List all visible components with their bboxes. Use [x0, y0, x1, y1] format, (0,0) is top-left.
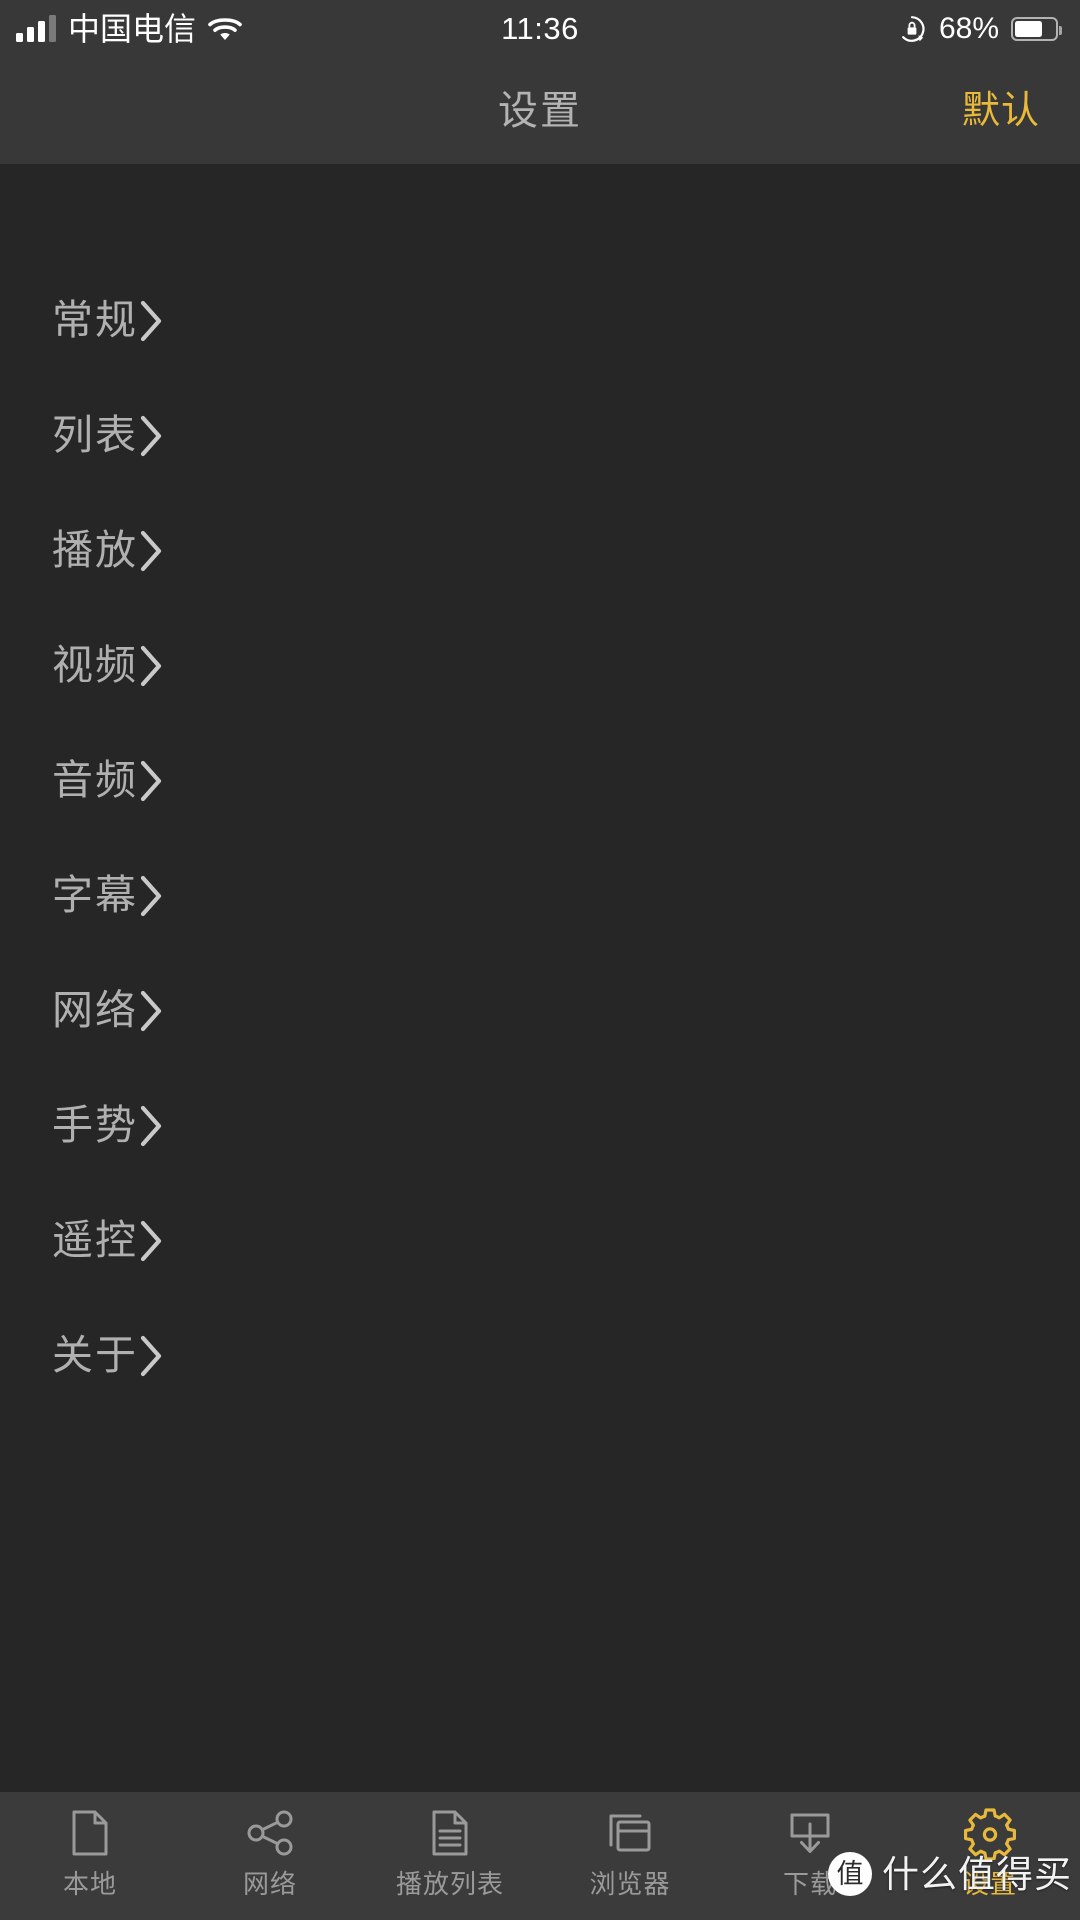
settings-row-5[interactable]: 字幕 — [0, 838, 1080, 953]
nav-bar: 设置 默认 — [0, 58, 1080, 164]
tab-3[interactable]: 浏览器 — [540, 1792, 720, 1920]
settings-row-2[interactable]: 播放 — [0, 493, 1080, 608]
tab-label: 网络 — [242, 1869, 297, 1899]
settings-row-label: 音频 — [52, 757, 138, 803]
settings-row-6[interactable]: 网络 — [0, 953, 1080, 1068]
tab-1[interactable]: 网络 — [180, 1792, 360, 1920]
settings-row-label: 列表 — [52, 412, 138, 458]
battery-percent-label: 68% — [938, 12, 999, 45]
status-bar-left: 中国电信 — [16, 13, 242, 45]
settings-row-8[interactable]: 遥控 — [0, 1183, 1080, 1298]
phone-screen: 中国电信 11:36 68% 设置 默认 常规 列表 播放 视频 音频 字幕 网… — [0, 0, 1080, 1920]
gear-icon — [963, 1806, 1017, 1860]
bottom-tab-bar: 本地 网络 播放列表 浏览器 下载 设置 — [0, 1792, 1080, 1920]
chevron-right-icon — [138, 874, 164, 918]
page-title: 设置 — [498, 89, 582, 133]
battery-icon — [1011, 17, 1062, 41]
chevron-right-icon — [138, 644, 164, 688]
chevron-right-icon — [138, 1219, 164, 1263]
chevron-right-icon — [138, 989, 164, 1033]
file-icon — [63, 1806, 117, 1860]
windows-stack-icon — [603, 1806, 657, 1860]
tab-0[interactable]: 本地 — [0, 1792, 180, 1920]
cellular-signal-icon — [16, 15, 56, 42]
settings-row-3[interactable]: 视频 — [0, 608, 1080, 723]
wifi-icon — [208, 16, 242, 42]
tab-label: 设置 — [962, 1869, 1017, 1899]
chevron-right-icon — [138, 414, 164, 458]
settings-content: 常规列表播放视频音频字幕网络手势遥控关于 — [0, 164, 1080, 1792]
tab-2[interactable]: 播放列表 — [360, 1792, 540, 1920]
tab-label: 本地 — [62, 1869, 117, 1899]
settings-row-0[interactable]: 常规 — [0, 263, 1080, 378]
tab-label: 浏览器 — [589, 1869, 671, 1899]
share-nodes-icon — [243, 1806, 297, 1860]
tab-5[interactable]: 设置 — [900, 1792, 1080, 1920]
chevron-right-icon — [138, 529, 164, 573]
document-lines-icon — [423, 1806, 477, 1860]
settings-row-4[interactable]: 音频 — [0, 723, 1080, 838]
settings-list: 常规列表播放视频音频字幕网络手势遥控关于 — [0, 263, 1080, 1413]
tab-4[interactable]: 下载 — [720, 1792, 900, 1920]
settings-row-1[interactable]: 列表 — [0, 378, 1080, 493]
settings-row-label: 播放 — [52, 527, 138, 573]
chevron-right-icon — [138, 1104, 164, 1148]
settings-row-label: 网络 — [52, 987, 138, 1033]
chevron-right-icon — [138, 759, 164, 803]
rotation-lock-icon — [897, 14, 927, 44]
status-bar: 中国电信 11:36 68% — [0, 0, 1080, 58]
settings-row-label: 常规 — [52, 297, 138, 343]
settings-row-label: 视频 — [52, 642, 138, 688]
tab-label: 播放列表 — [395, 1869, 504, 1899]
restore-default-button[interactable]: 默认 — [962, 92, 1040, 130]
settings-row-label: 字幕 — [52, 872, 138, 918]
chevron-right-icon — [138, 1334, 164, 1378]
tab-label: 下载 — [782, 1869, 837, 1899]
settings-row-9[interactable]: 关于 — [0, 1298, 1080, 1413]
carrier-label: 中国电信 — [68, 11, 197, 47]
settings-row-7[interactable]: 手势 — [0, 1068, 1080, 1183]
settings-row-label: 遥控 — [52, 1217, 138, 1263]
settings-row-label: 手势 — [52, 1102, 138, 1148]
status-bar-right: 68% — [897, 12, 1062, 46]
settings-row-label: 关于 — [52, 1332, 138, 1378]
download-icon — [783, 1806, 837, 1860]
clock-label: 11:36 — [501, 11, 579, 46]
chevron-right-icon — [138, 299, 164, 343]
